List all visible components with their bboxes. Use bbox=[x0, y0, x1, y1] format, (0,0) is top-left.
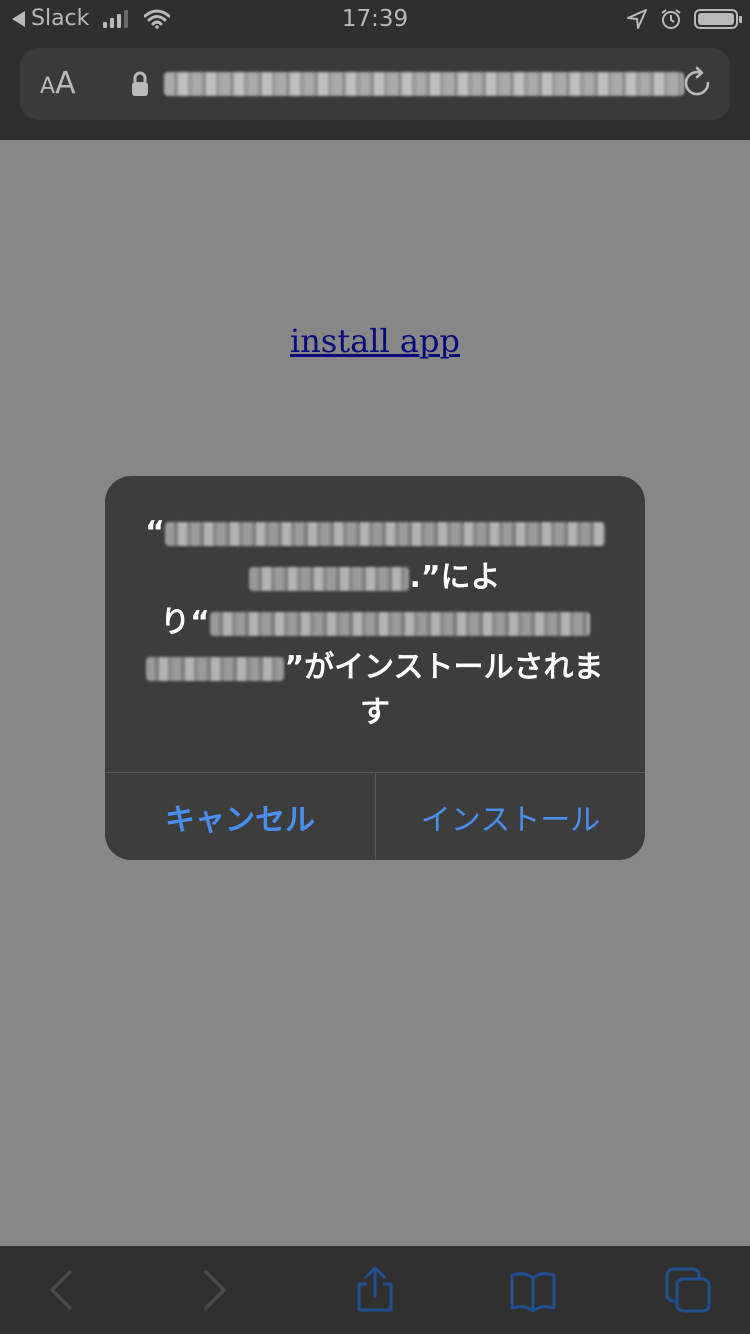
install-alert-dialog: “ .”によ り“ ”がインストールされま す キャンセル インストール bbox=[105, 476, 645, 860]
alarm-icon bbox=[661, 9, 681, 29]
browser-top-bar: Slack 17:39 AA bbox=[0, 0, 750, 140]
alert-text-part1: .”によ bbox=[409, 560, 501, 595]
tabs-icon[interactable] bbox=[664, 1266, 712, 1314]
battery-icon bbox=[694, 9, 742, 29]
address-bar[interactable]: AA bbox=[20, 48, 730, 120]
bookmarks-icon[interactable] bbox=[509, 1266, 557, 1314]
alert-text-part3: す bbox=[360, 695, 390, 730]
reload-icon[interactable] bbox=[680, 66, 714, 100]
install-app-link[interactable]: install app bbox=[290, 322, 460, 360]
redacted-app-name-2 bbox=[146, 656, 285, 681]
install-button[interactable]: インストール bbox=[376, 773, 645, 860]
lock-icon bbox=[132, 71, 148, 96]
status-bar: Slack 17:39 bbox=[0, 0, 750, 40]
browser-bottom-toolbar bbox=[0, 1246, 750, 1334]
redacted-host-1 bbox=[164, 521, 605, 546]
redacted-app-name-1 bbox=[209, 611, 590, 636]
cancel-button[interactable]: キャンセル bbox=[105, 773, 375, 860]
install-app-link-container: install app bbox=[0, 322, 750, 360]
status-right-icons bbox=[626, 8, 742, 30]
alert-quote-open: “ bbox=[145, 515, 165, 550]
alert-message: “ .”によ り“ ”がインストールされま す bbox=[133, 510, 617, 735]
text-size-small-a: A bbox=[40, 74, 56, 99]
alert-text-part2: ”がインストールされま bbox=[284, 650, 604, 685]
redacted-host-2 bbox=[249, 566, 410, 591]
alert-text-part2-prefix: り“ bbox=[160, 605, 210, 640]
chevron-right-icon[interactable] bbox=[190, 1266, 238, 1314]
url-text-redacted bbox=[164, 72, 684, 96]
chevron-left-icon[interactable] bbox=[38, 1266, 86, 1314]
text-size-button[interactable]: AA bbox=[40, 66, 76, 101]
location-icon bbox=[627, 9, 647, 29]
screen: Slack 17:39 AA install app “ .”によ り“ ”がイ… bbox=[0, 0, 750, 1334]
text-size-big-a: A bbox=[55, 66, 76, 101]
share-icon[interactable] bbox=[351, 1266, 399, 1314]
